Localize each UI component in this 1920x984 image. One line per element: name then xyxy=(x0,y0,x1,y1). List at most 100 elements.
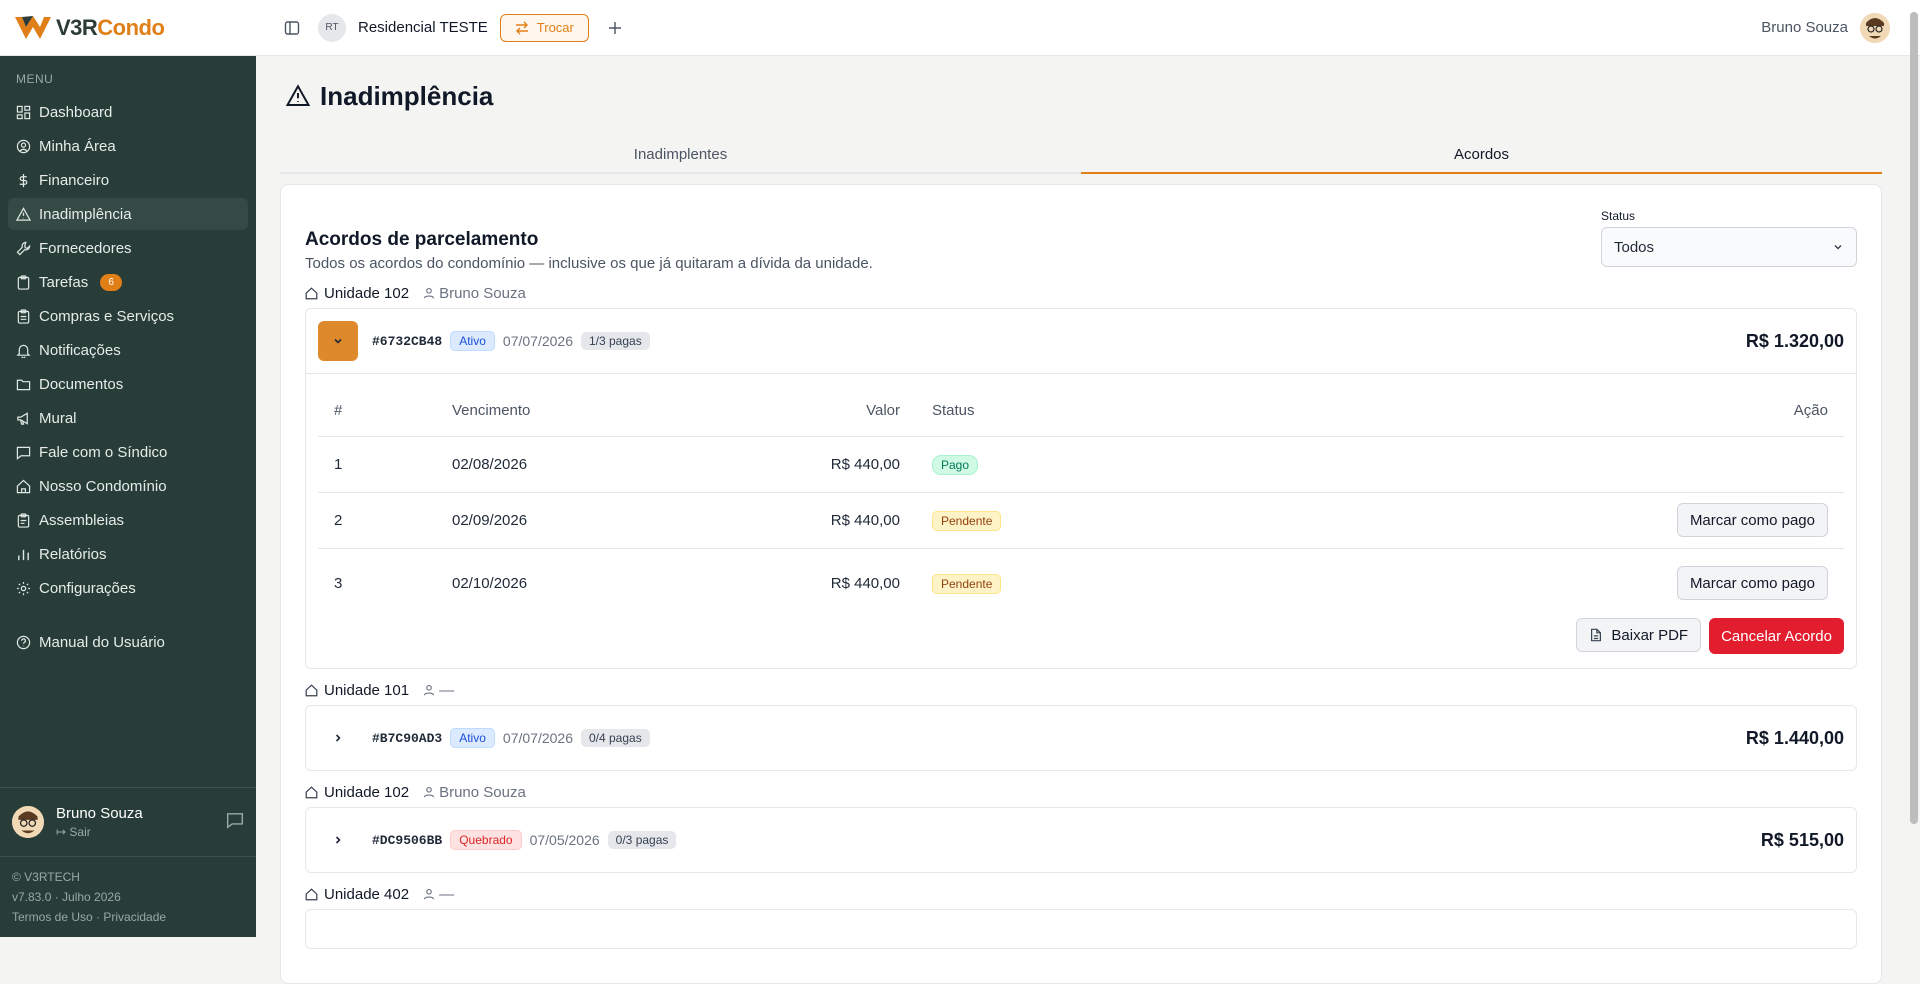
privacy-link[interactable]: Privacidade xyxy=(103,910,166,924)
status-select[interactable]: Todos xyxy=(1601,227,1857,267)
sidebar-item-configuracoes[interactable]: Configurações xyxy=(8,572,248,604)
version: v7.83.0 · Julho 2026 xyxy=(12,890,121,904)
installment-number: 1 xyxy=(318,436,436,493)
mark-paid-button[interactable]: Marcar como pago xyxy=(1676,566,1828,601)
sidebar-toggle-icon[interactable] xyxy=(278,14,306,42)
sidebar-item-fornecedores[interactable]: Fornecedores xyxy=(8,232,248,264)
bar-chart-icon xyxy=(18,549,29,560)
sidebar-meta: © V3RTECH v7.83.0 · Julho 2026 Termos de… xyxy=(0,857,256,937)
installment-value: R$ 440,00 xyxy=(676,436,916,493)
logo-text: V3RCondo xyxy=(56,15,165,41)
sidebar-item-mural[interactable]: Mural xyxy=(8,402,248,434)
download-pdf-button[interactable]: Baixar PDF xyxy=(1576,618,1702,652)
expand-button[interactable] xyxy=(318,820,358,860)
page-scrollbar[interactable] xyxy=(1910,12,1918,824)
logo[interactable]: V3RCondo xyxy=(0,0,256,56)
card-description: Todos os acordos do condomínio — inclusi… xyxy=(305,255,873,272)
acordo-total: R$ 1.320,00 xyxy=(1745,330,1844,351)
alert-triangle-icon xyxy=(16,206,31,221)
user-avatar[interactable] xyxy=(1860,12,1890,43)
installment-number: 2 xyxy=(318,492,436,549)
sidebar-item-notificacoes[interactable]: Notificações xyxy=(8,334,248,366)
unit-name: Unidade 402 xyxy=(324,885,410,903)
sidebar-item-inadimplencia[interactable]: Inadimplência xyxy=(8,198,248,230)
menu-title: MENU xyxy=(16,72,54,86)
nav-separator xyxy=(0,606,256,624)
unit-name: Unidade 102 xyxy=(324,783,410,801)
paid-count-badge: 0/4 pagas xyxy=(580,729,650,747)
acordos-card: Acordos de parcelamento Todos os acordos… xyxy=(280,184,1882,984)
logout-link[interactable]: ↦ Sair xyxy=(56,825,143,839)
sidebar-item-dashboard[interactable]: Dashboard xyxy=(8,96,248,128)
unit-owner: — xyxy=(423,886,454,903)
acordo-date: 07/07/2026 xyxy=(502,333,573,349)
tab-inadimplentes[interactable]: Inadimplentes xyxy=(280,136,1081,172)
user-icon xyxy=(424,888,435,900)
logo-mark-icon xyxy=(15,15,51,39)
status-filter-label: Status xyxy=(1601,209,1636,223)
sidebar-item-compras[interactable]: Compras e Serviços xyxy=(8,300,248,332)
sidebar-item-financeiro[interactable]: Financeiro xyxy=(8,164,248,196)
status-badge: Ativo xyxy=(450,331,495,351)
installments-table: # Vencimento Valor Status Ação 1 02/08/2… xyxy=(318,386,1844,618)
condo-name: Residencial TESTE xyxy=(358,19,488,36)
sidebar-item-tarefas[interactable]: Tarefas 6 xyxy=(8,266,248,298)
home-icon xyxy=(305,286,318,299)
sidebar-item-documentos[interactable]: Documentos xyxy=(8,368,248,400)
status-badge: Ativo xyxy=(450,728,495,748)
acordo-header[interactable]: #6732CB48 Ativo 07/07/2026 1/3 pagas R$ … xyxy=(306,309,1856,373)
sidebar-item-relatorios[interactable]: Relatórios xyxy=(8,538,248,570)
expand-button[interactable] xyxy=(318,718,358,758)
acordo-item: #6732CB48 Ativo 07/07/2026 1/3 pagas R$ … xyxy=(305,308,1857,669)
card-title: Acordos de parcelamento xyxy=(305,229,539,250)
top-user-name[interactable]: Bruno Souza xyxy=(1761,19,1848,36)
add-icon[interactable] xyxy=(601,14,629,42)
sidebar-item-label: Minha Área xyxy=(39,137,116,155)
collapse-button[interactable] xyxy=(318,321,358,361)
gear-icon xyxy=(16,581,31,595)
switch-condo-button[interactable]: Trocar xyxy=(499,13,589,42)
main-content: Inadimplência Inadimplentes Acordos Acor… xyxy=(256,56,1906,984)
installment-number: 3 xyxy=(334,574,343,592)
user-circle-icon xyxy=(16,139,31,153)
sidebar-item-label: Assembleias xyxy=(39,511,125,529)
unit-line: Unidade 101 — xyxy=(305,679,1857,701)
unit-name: Unidade 102 xyxy=(324,284,410,302)
condo-avatar: RT xyxy=(318,13,346,42)
megaphone-icon xyxy=(17,411,28,425)
sidebar-item-assembleias[interactable]: Assembleias xyxy=(8,504,248,536)
chat-icon[interactable] xyxy=(226,811,244,833)
mark-paid-button[interactable]: Marcar como pago xyxy=(1676,503,1828,537)
acordo-header[interactable]: #B7C90AD3 Ativo 07/07/2026 0/4 pagas R$ … xyxy=(306,706,1856,770)
acordo-header[interactable]: #DC9506BB Quebrado 07/05/2026 0/3 pagas … xyxy=(306,808,1856,872)
chevron-right-icon xyxy=(335,734,341,742)
sidebar-item-nosso-condominio[interactable]: Nosso Condomínio xyxy=(8,470,248,502)
sidebar-item-minha-area[interactable]: Minha Área xyxy=(8,130,248,162)
col-status: Status xyxy=(916,386,1247,437)
tab-acordos[interactable]: Acordos xyxy=(1081,136,1882,174)
user-icon xyxy=(424,684,435,696)
file-icon xyxy=(1591,628,1602,642)
acordo-date: 07/05/2026 xyxy=(529,832,600,848)
sidebar-item-fale-sindico[interactable]: Fale com o Síndico xyxy=(8,436,248,468)
sidebar-item-label: Mural xyxy=(39,409,77,427)
cancel-acordo-button[interactable]: Cancelar Acordo xyxy=(1709,618,1844,654)
sidebar-item-manual[interactable]: Manual do Usuário xyxy=(8,626,248,658)
acordo-item: #B7C90AD3 Ativo 07/07/2026 0/4 pagas R$ … xyxy=(305,705,1857,771)
sidebar-item-label: Nosso Condomínio xyxy=(39,477,167,495)
unit-line: Unidade 402 — xyxy=(305,883,1857,905)
unit-owner: — xyxy=(423,682,454,699)
table-row: 2 02/09/2026 R$ 440,00 Pendente Marcar c… xyxy=(318,492,1844,549)
home-icon xyxy=(305,683,318,696)
unit-owner: Bruno Souza xyxy=(423,285,526,302)
sidebar-footer: Bruno Souza ↦ Sair © V3RTECH v7.83.0 · J… xyxy=(0,787,256,937)
terms-link[interactable]: Termos de Uso xyxy=(12,910,93,924)
folder-icon xyxy=(16,379,31,390)
acordo-id: #6732CB48 xyxy=(372,333,443,349)
page-header: Inadimplência xyxy=(280,56,1882,136)
sidebar-item-label: Fale com o Síndico xyxy=(39,443,168,461)
sidebar-item-label: Financeiro xyxy=(39,171,110,189)
installment-value: R$ 440,00 xyxy=(830,574,900,592)
help-circle-icon xyxy=(16,635,31,649)
paid-count-badge: 1/3 pagas xyxy=(580,332,650,350)
